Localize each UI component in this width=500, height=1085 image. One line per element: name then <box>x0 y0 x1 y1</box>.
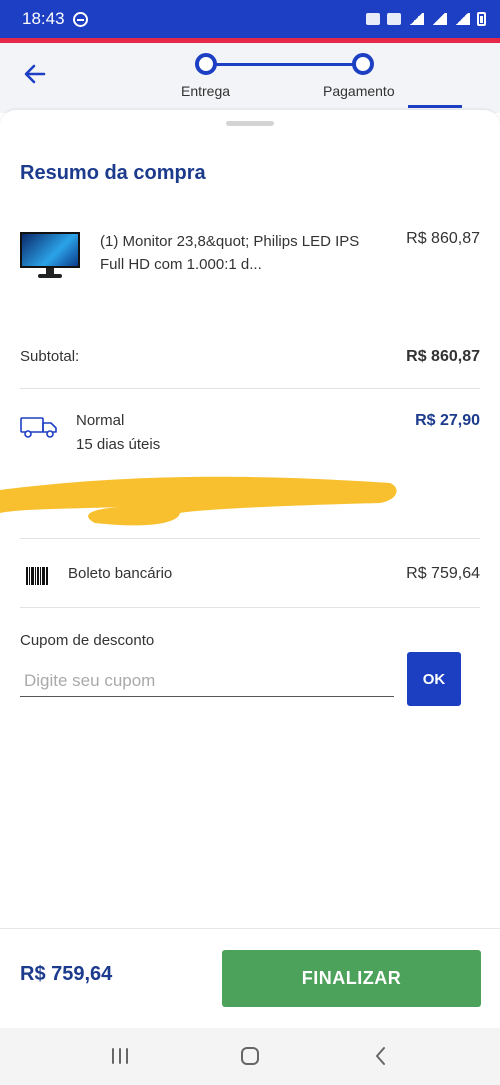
apply-coupon-button[interactable]: OK <box>407 652 461 706</box>
back-button[interactable] <box>18 57 52 91</box>
status-icons <box>366 12 486 26</box>
divider <box>20 538 480 539</box>
stepper-line <box>215 63 363 66</box>
payment-method: Boleto bancário R$ 759,64 <box>20 565 480 595</box>
order-total: R$ 759,64 <box>20 963 113 985</box>
subtotal-label: Subtotal: <box>20 348 80 365</box>
step-dot-pagamento <box>352 53 374 75</box>
signal-icon-2 <box>454 13 470 25</box>
checkout-footer: R$ 759,64 FINALIZAR <box>0 928 500 1028</box>
product-image <box>20 232 80 280</box>
truck-icon <box>20 417 57 438</box>
mute-icon <box>387 13 401 25</box>
active-step-indicator <box>408 105 462 108</box>
barcode-icon <box>26 567 50 585</box>
do-not-disturb-icon <box>72 11 88 27</box>
checkout-header: Entrega Pagamento <box>0 43 500 113</box>
shipping-days: 15 dias úteis <box>76 436 161 453</box>
battery-icon <box>477 12 486 26</box>
step-dot-entrega <box>195 53 217 75</box>
system-back-button[interactable] <box>366 1044 394 1068</box>
subtotal-row: Subtotal: R$ 860,87 <box>20 348 480 365</box>
chevron-left-icon <box>376 1047 385 1065</box>
wifi-icon <box>408 13 424 25</box>
subtotal-value: R$ 860,87 <box>406 348 480 365</box>
coupon-label: Cupom de desconto <box>20 632 155 649</box>
alarm-icon <box>366 13 380 25</box>
divider <box>20 388 480 389</box>
product-name: (1) Monitor 23,8&quot; Philips LED IPS F… <box>100 233 360 273</box>
divider <box>20 607 480 608</box>
home-button[interactable] <box>236 1044 264 1068</box>
shipping-price: R$ 27,90 <box>415 412 480 429</box>
coupon-input[interactable] <box>20 665 394 697</box>
page-title: Resumo da compra <box>20 162 206 184</box>
status-time: 18:43 <box>22 9 65 28</box>
payment-value: R$ 759,64 <box>406 565 480 582</box>
step-label-pagamento: Pagamento <box>323 83 395 99</box>
signal-icon <box>431 13 447 25</box>
payment-label: Boleto bancário <box>68 565 173 582</box>
step-label-entrega: Entrega <box>181 83 231 99</box>
arrow-left-icon <box>24 64 46 84</box>
shipping-name: Normal <box>76 412 125 429</box>
address-redaction <box>0 476 397 526</box>
summary-sheet: Resumo da compra (1) Monitor 23,8&quot; … <box>0 110 500 1030</box>
checkout-stepper: Entrega Pagamento <box>175 51 415 106</box>
recent-apps-icon <box>112 1048 128 1064</box>
home-icon <box>241 1047 259 1065</box>
recent-apps-button[interactable] <box>106 1044 134 1068</box>
status-bar: 18:43 <box>0 0 500 38</box>
product-price: R$ 860,87 <box>406 230 480 247</box>
sheet-drag-handle[interactable] <box>226 121 274 126</box>
order-item: (1) Monitor 23,8&quot; Philips LED IPS F… <box>20 228 480 288</box>
finalize-button[interactable]: FINALIZAR <box>222 950 481 1007</box>
system-nav-bar <box>0 1028 500 1085</box>
